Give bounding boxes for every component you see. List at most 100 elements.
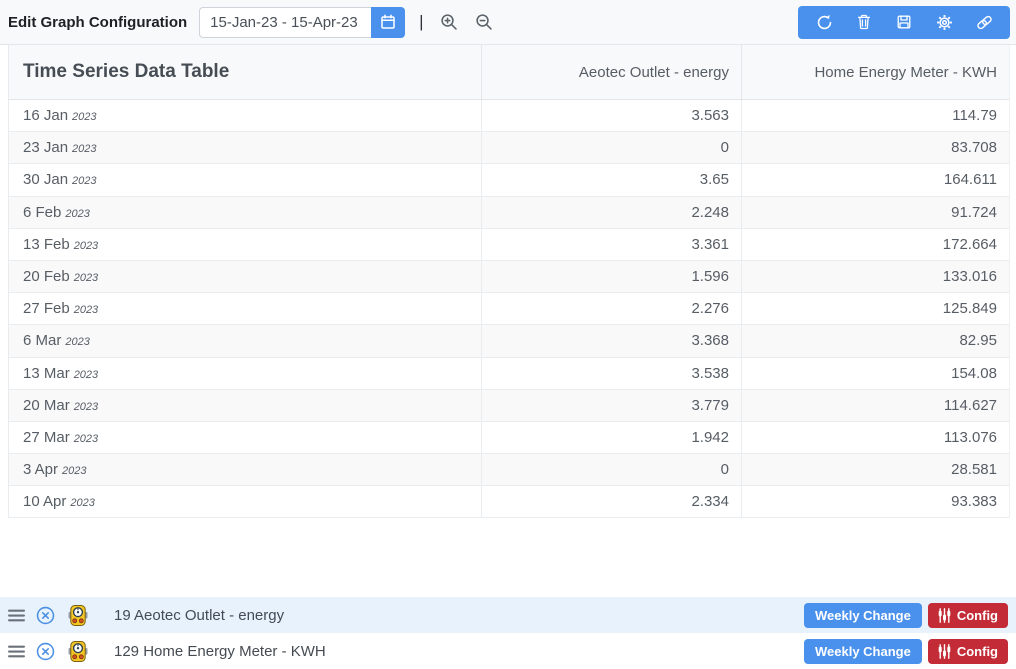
refresh-icon	[816, 14, 833, 31]
home-energy-value-cell: 114.79	[741, 100, 1009, 131]
device-icon	[68, 640, 88, 663]
row-year: 2023	[74, 237, 98, 252]
zoom-in-button[interactable]	[436, 9, 462, 35]
table-row: 30 Jan 2023 3.65 164.611	[9, 164, 1009, 196]
row-date: 23 Jan	[23, 139, 68, 156]
row-date: 13 Feb	[23, 236, 70, 253]
home-energy-value-cell: 164.611	[741, 164, 1009, 195]
column-header-aeotec-outlet: Aeotec Outlet - energy	[481, 45, 741, 99]
row-date-cell: 20 Feb 2023	[9, 261, 481, 292]
config-button[interactable]: Config	[928, 639, 1008, 664]
table-row: 27 Mar 2023 1.942 113.076	[9, 422, 1009, 454]
table-body: 16 Jan 2023 3.563 114.79 23 Jan 2023 0 8…	[9, 100, 1009, 518]
zoom-out-icon	[475, 13, 493, 31]
home-energy-value-cell: 28.581	[741, 454, 1009, 485]
table-row: 27 Feb 2023 2.276 125.849	[9, 293, 1009, 325]
row-year: 2023	[62, 462, 86, 477]
row-date: 3 Apr	[23, 461, 58, 478]
device-label: 19 Aeotec Outlet - energy	[114, 607, 284, 624]
table-row: 13 Mar 2023 3.538 154.08	[9, 358, 1009, 390]
home-energy-value-cell: 133.016	[741, 261, 1009, 292]
config-button[interactable]: Config	[928, 603, 1008, 628]
row-year: 2023	[65, 205, 89, 220]
row-date-cell: 13 Mar 2023	[9, 358, 481, 389]
row-date-cell: 23 Jan 2023	[9, 132, 481, 163]
remove-device-button[interactable]	[36, 642, 55, 661]
drag-handle-icon[interactable]	[8, 644, 25, 659]
row-date: 16 Jan	[23, 107, 68, 124]
home-energy-value-cell: 114.627	[741, 390, 1009, 421]
table-header-row: Time Series Data Table Aeotec Outlet - e…	[9, 45, 1009, 100]
row-date-cell: 30 Jan 2023	[9, 164, 481, 195]
row-date-cell: 6 Feb 2023	[9, 197, 481, 228]
aeotec-value-cell: 3.538	[481, 358, 741, 389]
row-date: 6 Feb	[23, 204, 61, 221]
row-year: 2023	[74, 398, 98, 413]
config-button-label: Config	[957, 608, 998, 623]
toolbar: Edit Graph Configuration |	[0, 0, 1016, 45]
table-row: 20 Feb 2023 1.596 133.016	[9, 261, 1009, 293]
save-icon	[896, 14, 912, 30]
aeotec-value-cell: 3.368	[481, 325, 741, 356]
config-button-label: Config	[957, 644, 998, 659]
home-energy-value-cell: 93.383	[741, 486, 1009, 517]
row-date: 6 Mar	[23, 332, 61, 349]
settings-button[interactable]	[924, 6, 964, 39]
aeotec-value-cell: 1.942	[481, 422, 741, 453]
time-series-table: Time Series Data Table Aeotec Outlet - e…	[8, 45, 1010, 518]
delete-button[interactable]	[844, 6, 884, 39]
sliders-icon	[938, 644, 951, 659]
weekly-change-button[interactable]: Weekly Change	[804, 603, 922, 628]
calendar-icon	[380, 14, 396, 30]
row-date-cell: 3 Apr 2023	[9, 454, 481, 485]
separator: |	[419, 12, 423, 32]
row-year: 2023	[74, 269, 98, 284]
row-date-cell: 27 Mar 2023	[9, 422, 481, 453]
weekly-change-button[interactable]: Weekly Change	[804, 639, 922, 664]
gear-icon	[936, 14, 953, 31]
calendar-button[interactable]	[371, 7, 405, 38]
row-date: 30 Jan	[23, 171, 68, 188]
row-year: 2023	[72, 172, 96, 187]
refresh-button[interactable]	[804, 6, 844, 39]
date-range-input[interactable]	[199, 7, 371, 38]
circle-x-icon	[36, 606, 55, 625]
drag-handle-icon[interactable]	[8, 608, 25, 623]
sliders-icon	[938, 608, 951, 623]
table-row: 3 Apr 2023 0 28.581	[9, 454, 1009, 486]
remove-device-button[interactable]	[36, 606, 55, 625]
aeotec-value-cell: 3.65	[481, 164, 741, 195]
circle-x-icon	[36, 642, 55, 661]
aeotec-value-cell: 2.248	[481, 197, 741, 228]
row-date: 10 Apr	[23, 493, 66, 510]
device-icon	[68, 604, 88, 627]
action-button-bar	[798, 6, 1010, 39]
row-year: 2023	[72, 108, 96, 123]
device-row: 19 Aeotec Outlet - energy Weekly Change	[0, 597, 1016, 633]
home-energy-value-cell: 125.849	[741, 293, 1009, 324]
row-date: 27 Mar	[23, 429, 70, 446]
aeotec-value-cell: 2.334	[481, 486, 741, 517]
aeotec-value-cell: 3.563	[481, 100, 741, 131]
table-row: 6 Mar 2023 3.368 82.95	[9, 325, 1009, 357]
page-title: Edit Graph Configuration	[8, 14, 187, 31]
home-energy-value-cell: 172.664	[741, 229, 1009, 260]
link-icon	[976, 14, 993, 31]
link-button[interactable]	[964, 6, 1004, 39]
home-energy-value-cell: 91.724	[741, 197, 1009, 228]
home-energy-value-cell: 83.708	[741, 132, 1009, 163]
row-year: 2023	[74, 430, 98, 445]
aeotec-value-cell: 0	[481, 132, 741, 163]
save-button[interactable]	[884, 6, 924, 39]
column-header-home-energy-meter: Home Energy Meter - KWH	[741, 45, 1009, 99]
table-row: 16 Jan 2023 3.563 114.79	[9, 100, 1009, 132]
row-date-cell: 20 Mar 2023	[9, 390, 481, 421]
row-date-cell: 16 Jan 2023	[9, 100, 481, 131]
row-date-cell: 13 Feb 2023	[9, 229, 481, 260]
row-year: 2023	[72, 140, 96, 155]
row-date: 20 Feb	[23, 268, 70, 285]
row-date-cell: 27 Feb 2023	[9, 293, 481, 324]
home-energy-value-cell: 154.08	[741, 358, 1009, 389]
zoom-out-button[interactable]	[471, 9, 497, 35]
aeotec-value-cell: 3.361	[481, 229, 741, 260]
